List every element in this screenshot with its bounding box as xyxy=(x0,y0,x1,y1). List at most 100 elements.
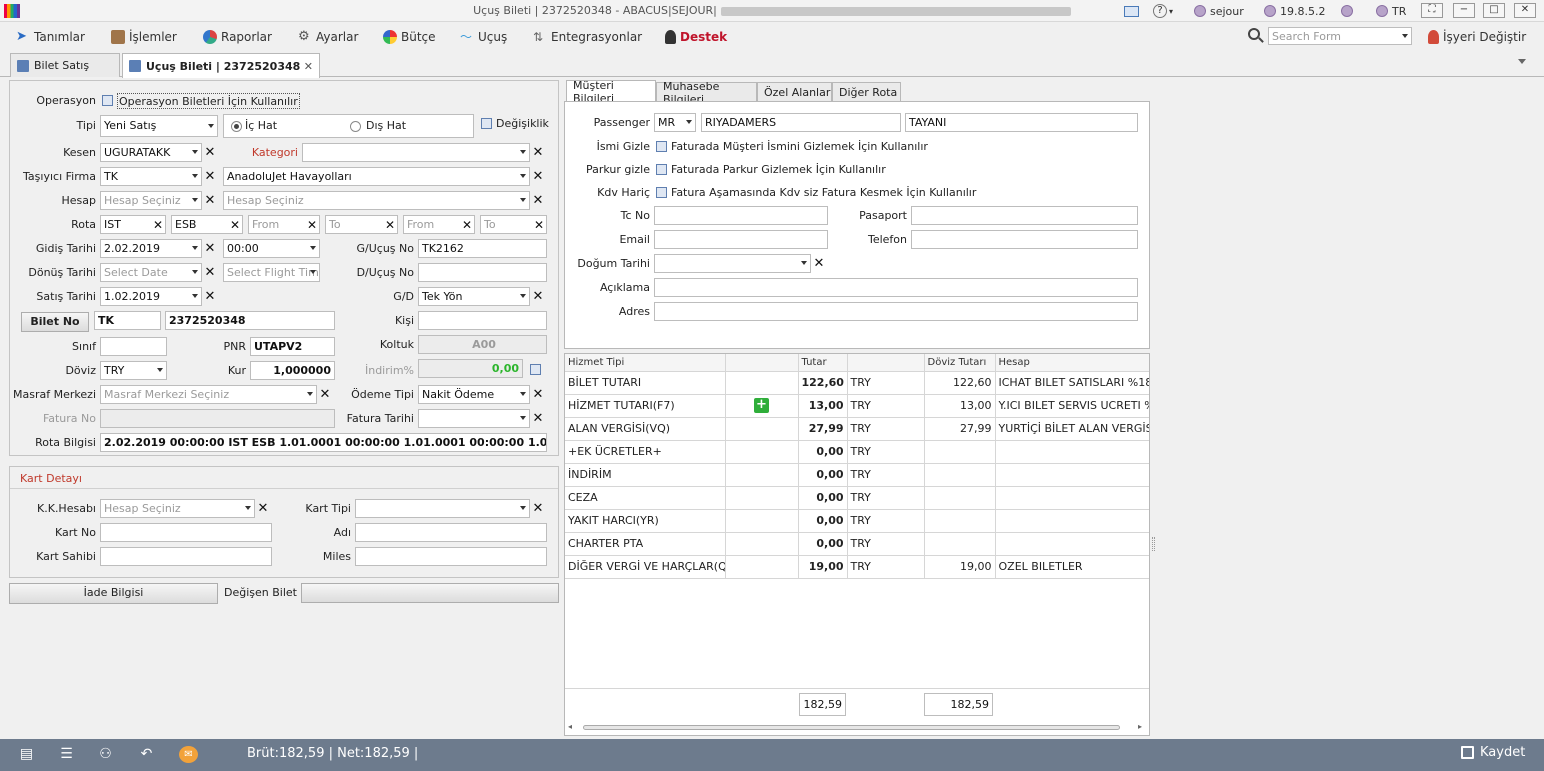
cell-hizmet-tipi[interactable]: CHARTER PTA xyxy=(565,532,726,556)
cell-hizmet-tipi[interactable]: DİĞER VERGİ VE HARÇLAR(QC) xyxy=(565,555,726,579)
cell-hesap[interactable] xyxy=(995,532,1149,556)
close-button[interactable]: ✕ xyxy=(1514,3,1536,18)
document-icon[interactable]: ▤ xyxy=(18,747,35,762)
kart-no-input[interactable] xyxy=(100,523,272,542)
kart-tipi-clear-icon[interactable]: ✕ xyxy=(532,502,544,516)
degisen-bilet-field[interactable] xyxy=(301,583,559,603)
tasiyici-code-select[interactable]: TK xyxy=(100,167,202,186)
extra-to-input-1[interactable]: To ✕ xyxy=(325,215,398,234)
odeme-clear-icon[interactable]: ✕ xyxy=(532,388,544,402)
chevron-down-icon[interactable] xyxy=(192,198,198,202)
gucus-input[interactable]: TK2162 xyxy=(418,239,547,258)
aciklama-input[interactable] xyxy=(654,278,1138,297)
bilet-prefix-input[interactable]: TK xyxy=(94,311,161,330)
col-hizmet-tipi[interactable]: Hizmet Tipi xyxy=(565,354,726,372)
kart-sahibi-input[interactable] xyxy=(100,547,272,566)
bilet-no-input[interactable]: 2372520348 xyxy=(165,311,335,330)
kdv-haric-checkbox[interactable] xyxy=(656,187,667,198)
cell-doviz-tutari[interactable] xyxy=(924,532,996,556)
cell-hesap[interactable] xyxy=(995,440,1149,464)
chevron-down-icon[interactable] xyxy=(520,416,526,420)
extra-from-input-1[interactable]: From ✕ xyxy=(248,215,320,234)
cell-doviz-tutari[interactable] xyxy=(924,509,996,533)
cell-doviz[interactable]: TRY xyxy=(847,509,925,533)
sinif-input[interactable] xyxy=(100,337,167,356)
cell-doviz[interactable]: TRY xyxy=(847,440,925,464)
chevron-down-icon[interactable] xyxy=(192,246,198,250)
chevron-down-icon[interactable] xyxy=(192,270,198,274)
hesap-clear-icon-1[interactable]: ✕ xyxy=(204,194,216,208)
menu-entegrasyonlar[interactable]: ⇅ Entegrasyonlar xyxy=(533,28,642,45)
adres-input[interactable] xyxy=(654,302,1138,321)
tab-ucus-bileti[interactable]: Uçuş Bileti | 2372520348 ✕ xyxy=(122,53,320,78)
cell-action[interactable] xyxy=(725,486,799,510)
menu-raporlar[interactable]: Raporlar xyxy=(203,28,272,45)
add-plus-icon[interactable]: + xyxy=(754,398,769,413)
cell-hizmet-tipi[interactable]: İNDİRİM xyxy=(565,463,726,487)
ducus-input[interactable] xyxy=(418,263,547,282)
kk-select[interactable]: Hesap Seçiniz xyxy=(100,499,255,518)
satis-date-clear-icon[interactable]: ✕ xyxy=(204,290,216,304)
language-menu[interactable]: TR xyxy=(1376,3,1406,19)
cell-tutar[interactable]: 27,99 xyxy=(798,417,848,441)
table-row[interactable]: HİZMET TUTARI(F7) +13,00 TRY 13,00 Y.ICI BIL… xyxy=(565,394,1149,418)
chevron-down-icon[interactable] xyxy=(686,120,692,124)
cell-doviz[interactable]: TRY xyxy=(847,463,925,487)
horizontal-scrollbar[interactable]: ◂ ▸ xyxy=(568,722,1146,732)
cell-tutar[interactable]: 0,00 xyxy=(798,532,848,556)
donus-time-picker[interactable]: Select Flight Tim xyxy=(223,263,320,282)
telefon-input[interactable] xyxy=(911,230,1138,249)
help-icon[interactable]: ? ▾ xyxy=(1153,3,1173,19)
scroll-right-icon[interactable]: ▸ xyxy=(1138,722,1142,731)
dis-hat-radio[interactable] xyxy=(350,121,361,132)
chevron-down-icon[interactable] xyxy=(157,368,163,372)
chevron-down-icon[interactable] xyxy=(520,392,526,396)
rota-bilgisi-input[interactable]: 2.02.2019 00:00:00 IST ESB 1.01.0001 00:… xyxy=(100,433,547,452)
cell-doviz[interactable]: TRY xyxy=(847,417,925,441)
scroll-left-icon[interactable]: ◂ xyxy=(568,722,572,731)
hesap-clear-icon-2[interactable]: ✕ xyxy=(532,194,544,208)
extra-to-input-2[interactable]: To ✕ xyxy=(480,215,547,234)
chat-icon[interactable] xyxy=(1124,3,1139,19)
indirim-checkbox[interactable] xyxy=(530,364,541,375)
col-hesap[interactable]: Hesap xyxy=(995,354,1149,372)
menu-butce[interactable]: Bütçe xyxy=(383,28,436,45)
save-button[interactable]: Kaydet xyxy=(1461,745,1525,760)
kk-clear-icon[interactable]: ✕ xyxy=(257,502,269,516)
iade-bilgisi-button[interactable]: İade Bilgisi xyxy=(9,583,218,604)
tc-no-input[interactable] xyxy=(654,206,828,225)
splitter-handle[interactable] xyxy=(1152,537,1155,551)
table-row[interactable]: DİĞER VERGİ VE HARÇLAR(QC) 19,00 TRY 19,00 O… xyxy=(565,555,1149,579)
cell-hesap[interactable]: Y.ICI BILET SERVIS UCRETI %18 xyxy=(995,394,1149,418)
cell-doviz-tutari[interactable]: 122,60 xyxy=(924,371,996,395)
fatura-no-input[interactable] xyxy=(100,409,335,428)
tab-musteri-bilgileri[interactable]: Müşteri Bilgileri xyxy=(566,79,656,105)
chevron-down-icon[interactable] xyxy=(520,150,526,154)
chevron-down-icon[interactable] xyxy=(192,174,198,178)
kategori-clear-icon[interactable]: ✕ xyxy=(532,146,544,160)
chevron-down-icon[interactable] xyxy=(520,174,526,178)
email-input[interactable] xyxy=(654,230,828,249)
cell-hizmet-tipi[interactable]: BİLET TUTARI xyxy=(565,371,726,395)
donus-date-clear-icon[interactable]: ✕ xyxy=(204,266,216,280)
adi-input[interactable] xyxy=(355,523,547,542)
cell-doviz[interactable]: TRY xyxy=(847,555,925,579)
cell-action[interactable] xyxy=(725,463,799,487)
users-icon[interactable]: ⚇ xyxy=(97,747,114,762)
chevron-down-icon[interactable] xyxy=(245,506,251,510)
fatura-tarihi-clear-icon[interactable]: ✕ xyxy=(532,412,544,426)
user-menu[interactable]: sejour xyxy=(1194,3,1244,19)
menu-ucus[interactable]: 〜 Uçuş xyxy=(460,28,507,45)
chevron-down-icon[interactable] xyxy=(310,270,316,274)
dogum-tarihi-picker[interactable] xyxy=(654,254,811,273)
cell-doviz-tutari[interactable]: 19,00 xyxy=(924,555,996,579)
cell-tutar[interactable]: 19,00 xyxy=(798,555,848,579)
chevron-down-icon[interactable] xyxy=(208,124,214,128)
cell-hesap[interactable]: OZEL BILETLER xyxy=(995,555,1149,579)
cell-action[interactable] xyxy=(725,440,799,464)
cell-action[interactable] xyxy=(725,532,799,556)
gd-select[interactable]: Tek Yön xyxy=(418,287,530,306)
chevron-down-icon[interactable] xyxy=(192,150,198,154)
chevron-down-icon[interactable] xyxy=(520,294,526,298)
pasaport-input[interactable] xyxy=(911,206,1138,225)
